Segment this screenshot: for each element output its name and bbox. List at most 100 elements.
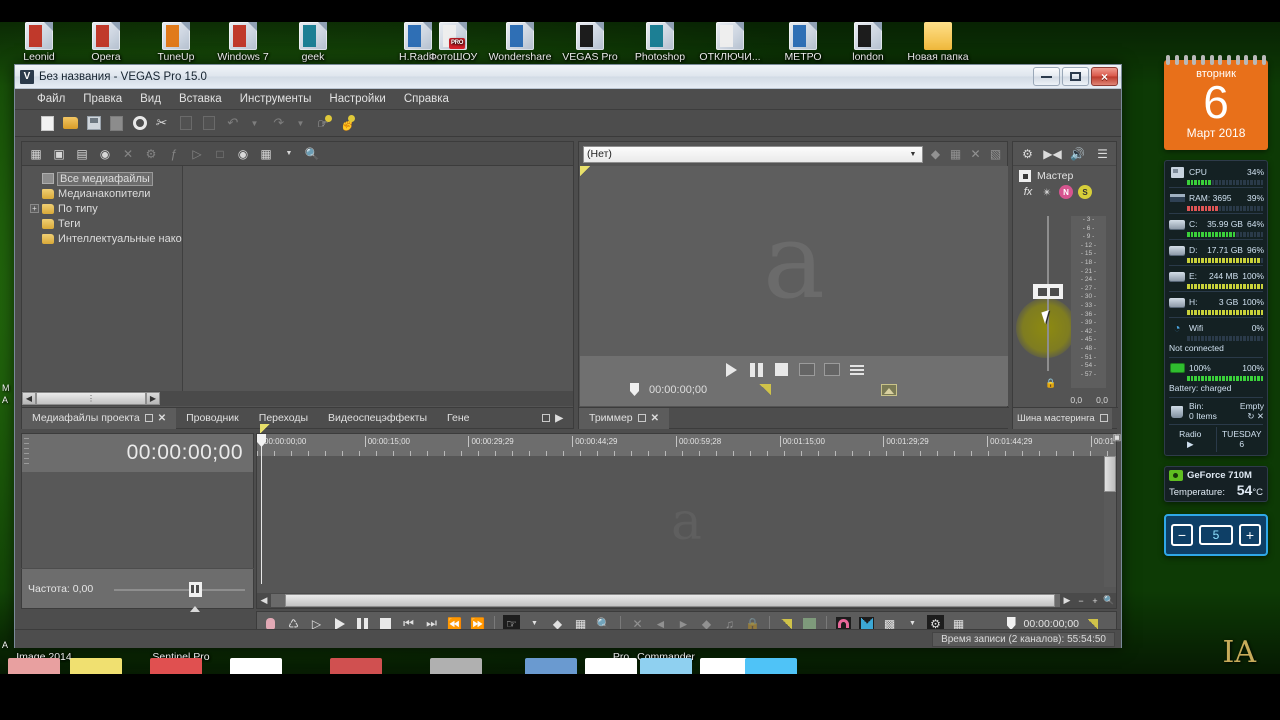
- search-icon[interactable]: 🔍: [304, 146, 320, 162]
- tab-trimmer[interactable]: Триммер ✕: [579, 407, 670, 429]
- desktop-icon-13[interactable]: Новая папка: [895, 22, 981, 63]
- media-tree-item-2[interactable]: + По типу: [30, 201, 182, 216]
- preview-screen[interactable]: a: [580, 166, 1008, 356]
- preview-clear-icon[interactable]: ✕: [968, 147, 983, 162]
- media-detail-pane[interactable]: [182, 166, 573, 393]
- media-pool-hscrollbar[interactable]: ◀ ⋮ ▶: [22, 391, 573, 406]
- redo-dropdown-icon[interactable]: ▼: [292, 115, 309, 132]
- capture-video-icon[interactable]: ▣: [51, 146, 67, 162]
- taskbar-button-1[interactable]: [70, 658, 122, 674]
- preview-stop-button[interactable]: [774, 362, 790, 377]
- vscroll-thumb[interactable]: [1104, 456, 1116, 492]
- import-media-icon[interactable]: ▦: [28, 146, 44, 162]
- media-properties-icon[interactable]: ⚙: [143, 146, 159, 162]
- menu-item-4[interactable]: Инструменты: [240, 93, 312, 105]
- minimize-button[interactable]: [1033, 67, 1060, 86]
- preview-external-monitor-icon[interactable]: ▧: [988, 147, 1003, 162]
- hscroll-left-arrow[interactable]: ◀: [257, 594, 271, 607]
- undo-icon[interactable]: ↶: [223, 115, 240, 132]
- timeline-hscrollbar[interactable]: ◀ ▶ − + 🔍: [257, 593, 1116, 608]
- tab-float-icon[interactable]: [637, 414, 646, 422]
- preview-next-frame-button[interactable]: [823, 362, 840, 377]
- cut-icon[interactable]: ✂: [154, 115, 171, 132]
- zoom-tool-icon[interactable]: 🔍: [1102, 594, 1116, 607]
- preview-overlays-icon[interactable]: ▦: [948, 147, 963, 162]
- redo-icon[interactable]: ↷: [269, 115, 286, 132]
- add-to-timeline-icon[interactable]: ◉: [235, 146, 251, 162]
- preview-prev-frame-button[interactable]: [798, 362, 815, 377]
- get-photo-icon[interactable]: ▤: [74, 146, 90, 162]
- close-button[interactable]: ×: [1091, 67, 1118, 86]
- preview-quality-icon[interactable]: ◆: [928, 147, 943, 162]
- timeline-playhead[interactable]: [257, 434, 266, 584]
- system-monitor-gadget[interactable]: CPU 34% RAM: 3695 39% C: 35.99 GB 64% D: 17.71 G…: [1164, 160, 1268, 456]
- volume-minus-button[interactable]: −: [1171, 524, 1193, 546]
- menu-item-2[interactable]: Вид: [140, 93, 161, 105]
- menu-item-3[interactable]: Вставка: [179, 93, 222, 105]
- radio-play-icon[interactable]: ▶: [1165, 439, 1216, 450]
- master-mute-icon[interactable]: N: [1059, 185, 1073, 199]
- save-project-icon[interactable]: [85, 115, 102, 132]
- automatic-crossfades-icon[interactable]: ☝: [338, 114, 355, 132]
- calendar-gadget[interactable]: вторник 6 Март 2018: [1164, 55, 1268, 150]
- menu-item-0[interactable]: Файл: [37, 93, 65, 105]
- master-fader-handle[interactable]: [1033, 284, 1063, 299]
- zoom-out-icon[interactable]: −: [1074, 594, 1088, 607]
- taskbar-button-4[interactable]: [330, 658, 382, 674]
- taskbar-button-8[interactable]: [640, 658, 692, 674]
- rate-slider-knob[interactable]: [188, 581, 202, 597]
- tab-mastering-bus[interactable]: Шина мастеринга: [1013, 407, 1112, 429]
- hscroll-track[interactable]: [271, 594, 1060, 607]
- timeline-pin-icon[interactable]: ▣: [1111, 431, 1123, 444]
- timeline-vscrollbar[interactable]: [1104, 456, 1116, 587]
- expand-icon[interactable]: +: [30, 204, 39, 213]
- mixer-meter-icon[interactable]: ▶◀: [1043, 146, 1061, 161]
- pool-tab-3[interactable]: Видеоспецэффекты: [318, 408, 437, 429]
- copy-icon[interactable]: [177, 115, 194, 132]
- recycle-bin-row[interactable]: Bin: Empty 0 Items ↻ ✕: [1165, 400, 1267, 422]
- play-media-icon[interactable]: ▷: [189, 146, 205, 162]
- media-tree-item-0[interactable]: Все медиафайлы: [30, 171, 182, 186]
- menu-item-5[interactable]: Настройки: [329, 93, 385, 105]
- taskbar-button-2[interactable]: [150, 658, 202, 674]
- pool-tab-0[interactable]: Медиафайлы проекта ✕: [22, 407, 177, 429]
- gpu-gadget[interactable]: GeForce 710M Temperature: 54°C: [1164, 466, 1268, 502]
- open-project-icon[interactable]: [62, 115, 79, 132]
- render-as-icon[interactable]: [108, 115, 125, 132]
- preview-source-select[interactable]: (Нет) ▼: [583, 145, 923, 163]
- project-properties-icon[interactable]: [131, 115, 148, 132]
- pool-tab-1[interactable]: Проводник: [176, 408, 249, 429]
- bin-actions[interactable]: ↻ ✕: [1247, 411, 1264, 422]
- maximize-button[interactable]: [1062, 67, 1089, 86]
- preview-pause-button[interactable]: [749, 362, 765, 377]
- preview-save-snapshot-icon[interactable]: [881, 383, 898, 396]
- timeline-canvas[interactable]: a: [257, 456, 1116, 587]
- track-list-empty[interactable]: [22, 472, 253, 568]
- enable-snapping-icon[interactable]: ☞: [315, 114, 332, 132]
- hscroll-thumb[interactable]: [285, 594, 1055, 607]
- volume-plus-button[interactable]: +: [1239, 524, 1261, 546]
- tab-close-icon[interactable]: ✕: [158, 413, 166, 424]
- new-project-icon[interactable]: [39, 115, 56, 132]
- scroll-right-arrow[interactable]: ▶: [146, 392, 160, 405]
- extract-audio-icon[interactable]: ◉: [97, 146, 113, 162]
- scroll-thumb[interactable]: ⋮: [36, 392, 146, 405]
- views-icon[interactable]: ▦: [258, 146, 274, 162]
- desktop-icon-4[interactable]: geek: [270, 22, 356, 63]
- lock-icon[interactable]: 🔒: [1045, 378, 1056, 389]
- undo-dropdown-icon[interactable]: ▼: [246, 115, 263, 132]
- views-dropdown-icon[interactable]: ▼: [281, 146, 297, 162]
- hscroll-right-arrow[interactable]: ▶: [1060, 594, 1074, 607]
- radio-cell[interactable]: Radio ▶: [1165, 427, 1216, 452]
- pool-tab-4[interactable]: Гене: [437, 408, 479, 429]
- preview-play-button[interactable]: [724, 362, 740, 377]
- stop-media-icon[interactable]: □: [212, 146, 228, 162]
- tab-float-icon-overflow[interactable]: [542, 414, 551, 422]
- menu-item-1[interactable]: Правка: [83, 93, 122, 105]
- pool-tabs-overflow[interactable]: ▶: [532, 408, 573, 429]
- mixer-faders-icon[interactable]: ☰: [1095, 146, 1110, 161]
- zoom-in-icon[interactable]: +: [1088, 594, 1102, 607]
- taskbar-button-10[interactable]: [745, 658, 797, 674]
- taskbar-button-7[interactable]: [585, 658, 637, 674]
- mixer-mute-icon[interactable]: 🔊: [1070, 146, 1085, 161]
